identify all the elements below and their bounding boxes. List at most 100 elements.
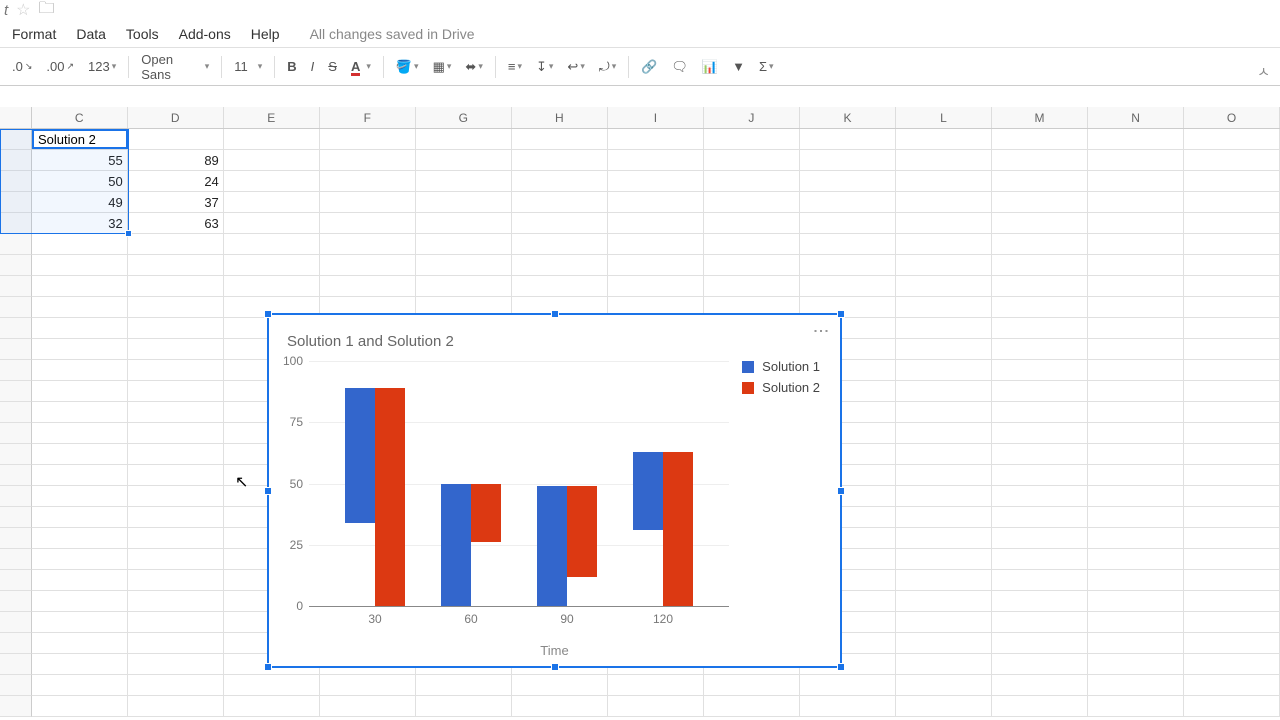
cell[interactable]	[128, 381, 224, 402]
cell[interactable]	[608, 150, 704, 171]
cell[interactable]: 63	[128, 213, 224, 234]
cell[interactable]	[32, 549, 128, 570]
cell[interactable]	[1088, 654, 1184, 675]
functions-button[interactable]: Σ▾	[753, 55, 780, 78]
cell[interactable]	[128, 528, 224, 549]
cell[interactable]	[800, 129, 896, 150]
star-icon[interactable]: ☆	[16, 0, 30, 20]
cell[interactable]	[32, 234, 128, 255]
cell[interactable]	[224, 129, 320, 150]
cell[interactable]	[32, 423, 128, 444]
cell[interactable]	[320, 150, 416, 171]
cell[interactable]	[320, 276, 416, 297]
cell[interactable]	[1088, 549, 1184, 570]
resize-handle-mr[interactable]	[837, 487, 845, 495]
cell[interactable]	[512, 129, 608, 150]
cell[interactable]	[1184, 171, 1280, 192]
cell[interactable]	[320, 696, 416, 717]
row-header[interactable]	[0, 444, 32, 465]
cell[interactable]	[704, 234, 800, 255]
row-header[interactable]	[0, 297, 32, 318]
cell[interactable]	[32, 360, 128, 381]
merge-cells-button[interactable]: ⬌▾	[459, 55, 488, 79]
cell[interactable]	[608, 675, 704, 696]
row-header[interactable]	[0, 675, 32, 696]
cell[interactable]: 49	[32, 192, 128, 213]
cell[interactable]	[1088, 360, 1184, 381]
cell[interactable]	[224, 171, 320, 192]
cell[interactable]	[1088, 612, 1184, 633]
cell[interactable]	[896, 360, 992, 381]
cell[interactable]	[512, 150, 608, 171]
cell[interactable]	[32, 297, 128, 318]
cell[interactable]	[128, 297, 224, 318]
col-header-h[interactable]: H	[512, 107, 608, 128]
cell[interactable]	[320, 234, 416, 255]
cell[interactable]	[128, 276, 224, 297]
format-number-button[interactable]: 123▾	[82, 55, 122, 78]
row-header[interactable]	[0, 423, 32, 444]
cell[interactable]	[320, 255, 416, 276]
cell[interactable]	[800, 675, 896, 696]
cell[interactable]	[1088, 444, 1184, 465]
cell[interactable]	[1184, 570, 1280, 591]
cell[interactable]	[128, 675, 224, 696]
cell[interactable]	[1184, 654, 1280, 675]
col-header-k[interactable]: K	[800, 107, 896, 128]
cell[interactable]	[1184, 192, 1280, 213]
row-header[interactable]	[0, 234, 32, 255]
cell[interactable]	[32, 444, 128, 465]
cell[interactable]	[992, 444, 1088, 465]
folder-icon[interactable]: 🗀	[39, 0, 55, 24]
cell[interactable]	[1088, 696, 1184, 717]
cell[interactable]	[896, 612, 992, 633]
row-header[interactable]	[0, 381, 32, 402]
cell[interactable]	[992, 276, 1088, 297]
collapse-toolbar-button[interactable]: ㅅ	[1257, 62, 1270, 82]
cell[interactable]	[224, 276, 320, 297]
cell[interactable]	[800, 150, 896, 171]
cell[interactable]	[1088, 507, 1184, 528]
cell[interactable]	[1184, 255, 1280, 276]
cell[interactable]	[992, 633, 1088, 654]
cell[interactable]	[1088, 318, 1184, 339]
cell[interactable]	[1088, 591, 1184, 612]
cell[interactable]	[992, 192, 1088, 213]
row-header[interactable]	[0, 318, 32, 339]
cell[interactable]	[992, 570, 1088, 591]
cell[interactable]	[992, 423, 1088, 444]
cell[interactable]	[32, 402, 128, 423]
cell[interactable]	[1088, 381, 1184, 402]
insert-chart-button[interactable]: 📊	[696, 55, 724, 79]
cell[interactable]	[1088, 276, 1184, 297]
cell[interactable]	[1088, 339, 1184, 360]
menu-data[interactable]: Data	[76, 26, 106, 42]
menu-tools[interactable]: Tools	[126, 26, 159, 42]
cell[interactable]	[896, 150, 992, 171]
cell[interactable]	[896, 507, 992, 528]
cell[interactable]: 37	[128, 192, 224, 213]
cell[interactable]	[1184, 423, 1280, 444]
cell[interactable]	[992, 486, 1088, 507]
cell[interactable]	[224, 675, 320, 696]
cell[interactable]	[608, 129, 704, 150]
row-header[interactable]	[0, 255, 32, 276]
cell[interactable]	[800, 255, 896, 276]
cell[interactable]	[32, 696, 128, 717]
cell[interactable]	[704, 213, 800, 234]
col-header-i[interactable]: I	[608, 107, 704, 128]
cell[interactable]	[800, 696, 896, 717]
cell[interactable]	[128, 612, 224, 633]
cell[interactable]	[1184, 297, 1280, 318]
cell[interactable]	[1184, 318, 1280, 339]
resize-handle-ml[interactable]	[264, 487, 272, 495]
cell[interactable]	[1088, 486, 1184, 507]
cell[interactable]: 32	[32, 213, 128, 234]
cell[interactable]	[1184, 381, 1280, 402]
cell[interactable]	[32, 129, 128, 150]
cell[interactable]	[1088, 570, 1184, 591]
cell[interactable]	[992, 465, 1088, 486]
cell[interactable]	[512, 675, 608, 696]
cell[interactable]	[416, 213, 512, 234]
cell[interactable]	[32, 276, 128, 297]
